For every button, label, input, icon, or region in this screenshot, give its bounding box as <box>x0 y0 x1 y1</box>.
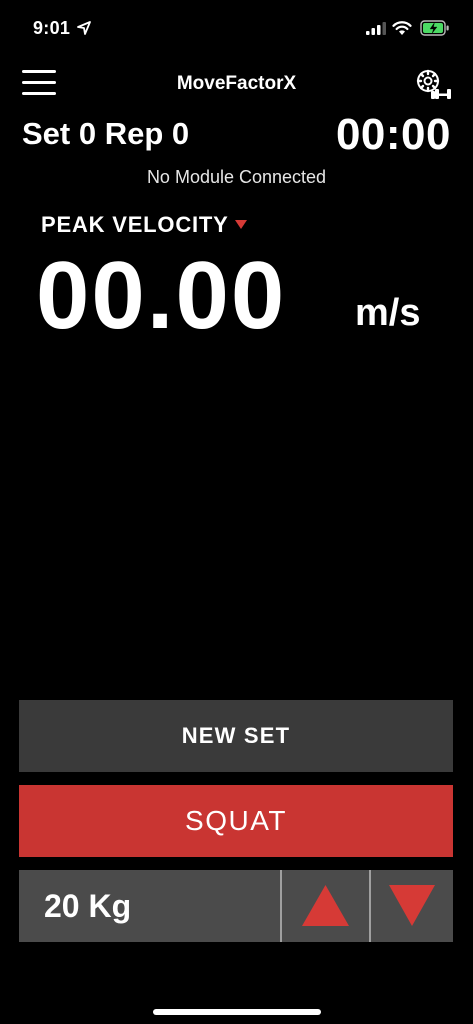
module-status-text: No Module Connected <box>146 167 327 187</box>
wifi-icon <box>392 21 412 35</box>
weight-decrease-button[interactable] <box>371 870 453 942</box>
cellular-signal-icon <box>366 22 386 35</box>
module-barbell-settings-icon[interactable] <box>414 68 452 100</box>
status-time: 9:01 <box>33 18 71 38</box>
velocity-unit: m/s <box>355 292 421 334</box>
home-indicator[interactable] <box>153 1009 321 1015</box>
location-arrow-icon <box>77 21 91 35</box>
set-rep-counter: Set 0 Rep 0 <box>22 116 190 151</box>
weight-increase-button[interactable] <box>282 870 369 942</box>
app-title: MoveFactorX <box>176 73 297 94</box>
set-timer: 00:00 <box>335 110 451 159</box>
new-set-button[interactable]: NEW SET <box>19 700 453 772</box>
triangle-down-icon <box>389 885 435 926</box>
status-bar: 9:01 <box>0 0 473 58</box>
metric-label: PEAK VELOCITY <box>41 212 229 237</box>
metric-selector[interactable]: PEAK VELOCITY <box>41 212 247 238</box>
battery-charging-icon <box>420 20 449 36</box>
exercise-select-button[interactable]: SQUAT <box>19 785 453 857</box>
velocity-value: 00.00 <box>36 242 287 349</box>
caret-down-icon <box>234 219 247 229</box>
triangle-up-icon <box>302 885 349 926</box>
weight-control: 20 Kg <box>19 870 453 942</box>
weight-value: 20 Kg <box>44 888 132 924</box>
